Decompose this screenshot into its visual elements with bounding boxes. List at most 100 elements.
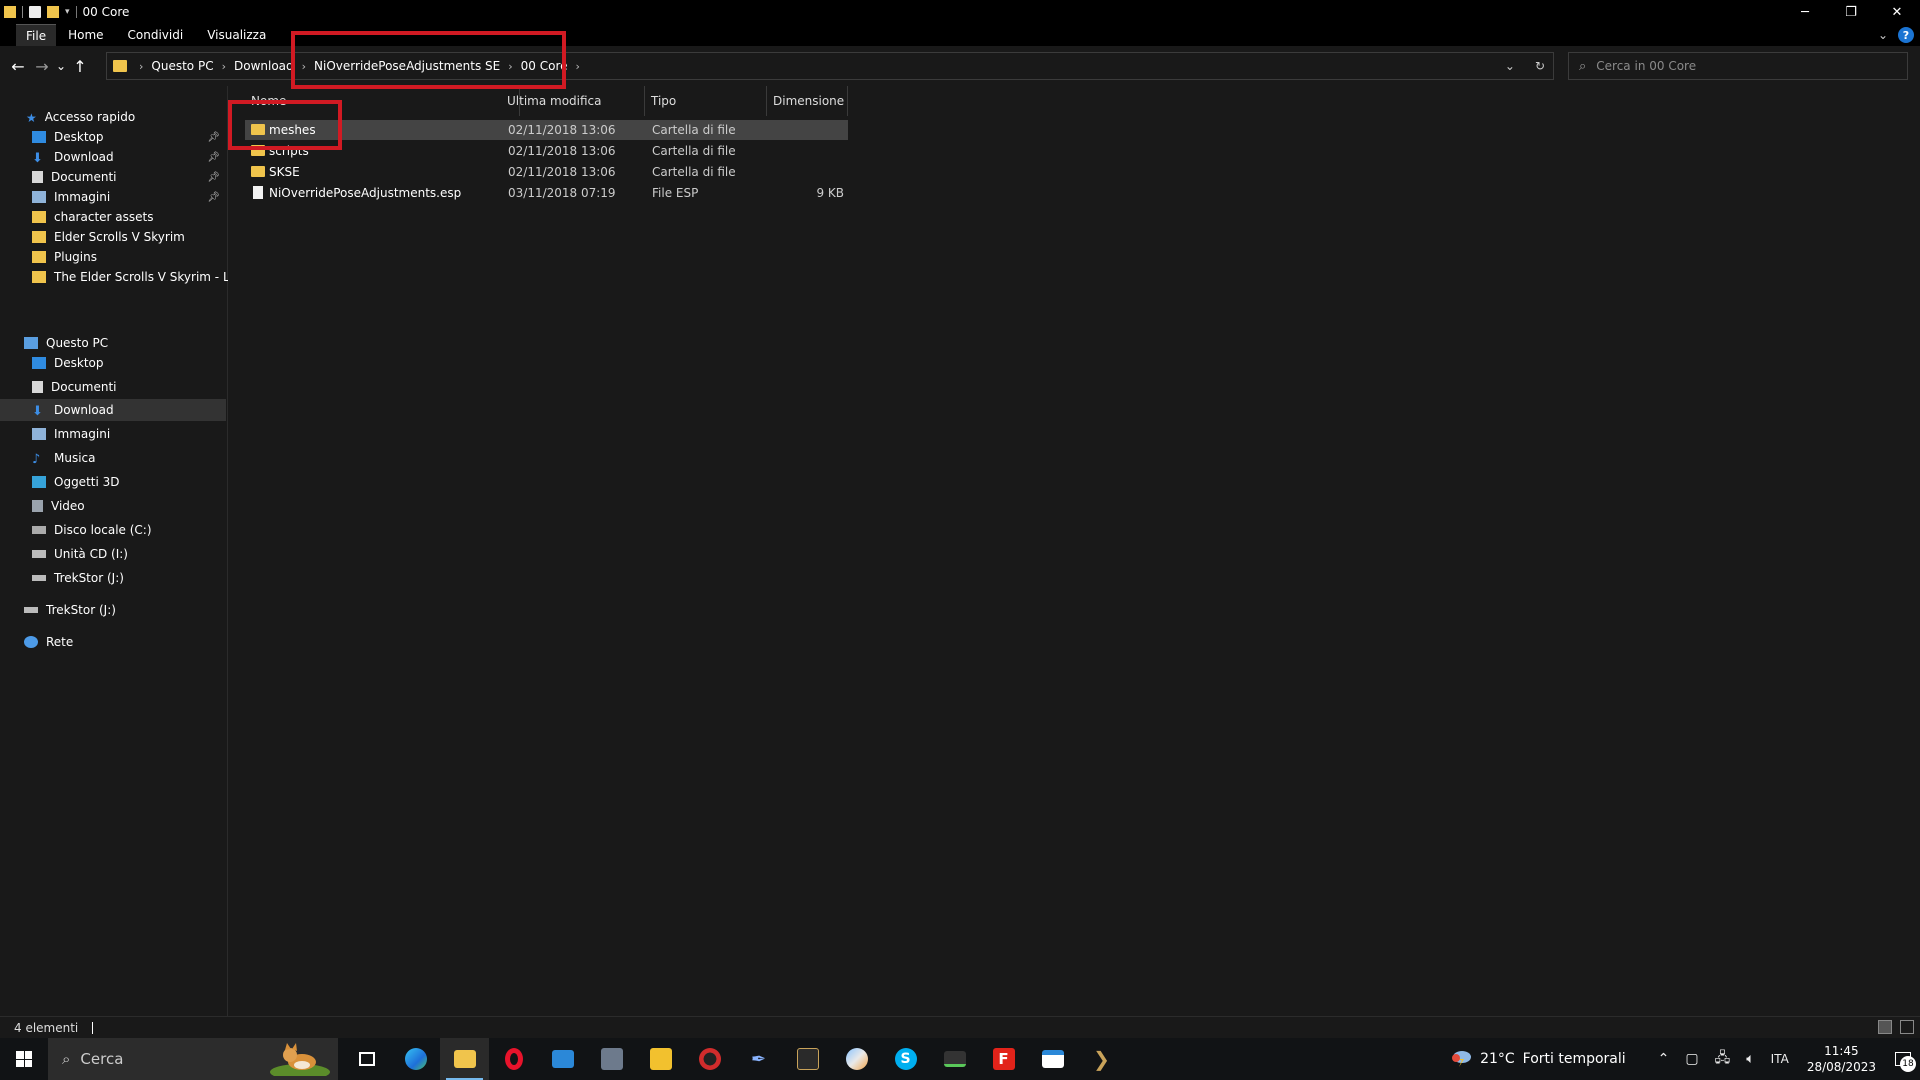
properties-icon[interactable] xyxy=(29,6,41,18)
column-size[interactable]: Dimensione xyxy=(767,86,848,116)
nav-pc-pictures[interactable]: Immagini xyxy=(32,423,228,445)
clock[interactable]: 11:45 28/08/2023 xyxy=(1807,1043,1876,1075)
file-type: Cartella di file xyxy=(652,165,736,179)
nav-this-pc[interactable]: Questo PC xyxy=(24,332,108,354)
pin-icon[interactable]: 📌︎ xyxy=(207,192,220,203)
nav-pc-music[interactable]: ♪ Musica xyxy=(32,447,228,469)
file-explorer-icon xyxy=(453,1050,476,1068)
taskbar-app-paint[interactable] xyxy=(832,1038,881,1080)
nav-pc-cd-drive[interactable]: Unità CD (I:) xyxy=(32,543,228,565)
tab-view[interactable]: Visualizza xyxy=(195,24,278,46)
expand-ribbon-icon[interactable]: ⌄ xyxy=(1878,28,1888,42)
nav-pc-3d-objects[interactable]: Oggetti 3D xyxy=(32,471,228,493)
taskbar-app-window[interactable] xyxy=(1028,1038,1077,1080)
list-item[interactable]: NiOverridePoseAdjustments.esp 03/11/2018… xyxy=(245,183,848,203)
taskbar-app-edge[interactable] xyxy=(391,1038,440,1080)
crumb-questo-pc[interactable]: Questo PC xyxy=(151,59,213,73)
nav-pc-download[interactable]: ⬇ Download xyxy=(0,399,226,421)
taskbar-app-file-explorer[interactable] xyxy=(440,1038,489,1080)
weather-desc: Forti temporali xyxy=(1522,1051,1626,1067)
documents-icon xyxy=(32,381,43,393)
pin-icon[interactable]: 📌︎ xyxy=(207,172,220,183)
taskbar-app-opera[interactable] xyxy=(489,1038,538,1080)
taskbar-app-mod-manager[interactable] xyxy=(930,1038,979,1080)
nav-item-documents[interactable]: Documenti 📌︎ xyxy=(32,166,228,188)
drive-icon xyxy=(32,526,46,534)
close-button[interactable]: ✕ xyxy=(1874,0,1920,24)
taskbar-app-foxit[interactable]: F xyxy=(979,1038,1028,1080)
corgi-search-highlight-icon xyxy=(270,1043,330,1076)
nav-pc-drive-c[interactable]: Disco locale (C:) xyxy=(32,519,228,541)
up-button[interactable]: ↑ xyxy=(68,54,92,78)
taskbar-app-steam[interactable] xyxy=(685,1038,734,1080)
taskbar-search[interactable]: ⌕ Cerca xyxy=(48,1038,338,1080)
help-icon[interactable]: ? xyxy=(1898,27,1914,43)
nav-label: Accesso rapido xyxy=(44,110,136,124)
tab-home[interactable]: Home xyxy=(56,24,115,46)
desktop-icon xyxy=(32,357,46,369)
nav-item-plugins[interactable]: Plugins xyxy=(32,246,228,268)
crumb-download[interactable]: Download xyxy=(234,59,294,73)
column-type[interactable]: Tipo xyxy=(645,86,767,116)
taskbar-app-skype[interactable]: S xyxy=(881,1038,930,1080)
large-icons-view-icon[interactable] xyxy=(1900,1020,1914,1034)
tab-file[interactable]: File xyxy=(16,24,57,46)
crumb-separator[interactable]: › xyxy=(576,60,580,73)
nav-trekstor[interactable]: TrekStor (J:) xyxy=(24,599,116,621)
weather-widget[interactable]: 21°C Forti temporali xyxy=(1450,1050,1626,1068)
taskbar-app-quill[interactable]: ✒ xyxy=(734,1038,783,1080)
crumb-separator[interactable]: › xyxy=(222,60,226,73)
column-label: Ultima modifica xyxy=(507,94,602,108)
nav-item-pictures[interactable]: Immagini 📌︎ xyxy=(32,186,228,208)
crumb-separator[interactable]: › xyxy=(139,60,143,73)
cd-drive-icon xyxy=(32,550,46,558)
restore-button[interactable]: ❐ xyxy=(1828,0,1874,24)
taskbar-app-creation-kit[interactable] xyxy=(783,1038,832,1080)
details-view-icon[interactable] xyxy=(1878,1020,1892,1034)
window-controls: ─ ❐ ✕ xyxy=(1782,0,1920,24)
forward-button[interactable]: → xyxy=(30,54,54,78)
search-icon: ⌕ xyxy=(1579,58,1587,74)
nav-item-skyrim-legendary[interactable]: The Elder Scrolls V Skyrim - Leger xyxy=(32,266,228,288)
notification-center-button[interactable]: 18 xyxy=(1886,1038,1920,1080)
nav-network[interactable]: Rete xyxy=(24,631,73,653)
recent-locations-button[interactable]: ⌄ xyxy=(54,54,68,78)
pin-icon[interactable]: 📌︎ xyxy=(207,132,220,143)
device-icon[interactable]: ▢ xyxy=(1685,1051,1698,1067)
back-button[interactable]: ← xyxy=(6,54,30,78)
network-tray-icon[interactable]: 🖧︎ xyxy=(1715,1047,1731,1071)
highlight-box-breadcrumb xyxy=(291,31,566,89)
nav-item-desktop[interactable]: Desktop 📌︎ xyxy=(32,126,228,148)
nav-item-download[interactable]: ⬇ Download 📌︎ xyxy=(32,146,228,168)
column-modified[interactable]: Ultima modifica xyxy=(501,86,645,116)
taskbar-app-notes[interactable] xyxy=(636,1038,685,1080)
nav-pc-documents[interactable]: Documenti xyxy=(32,376,228,398)
refresh-icon[interactable]: ↻ xyxy=(1535,59,1545,73)
nav-pc-trekstor[interactable]: TrekStor (J:) xyxy=(32,567,228,589)
search-box[interactable]: ⌕ xyxy=(1568,52,1908,80)
language-indicator[interactable]: ITA xyxy=(1771,1052,1789,1066)
tray-overflow-icon[interactable]: ⌃ xyxy=(1658,1051,1670,1067)
nav-quick-access[interactable]: ★ Accesso rapido xyxy=(26,106,135,128)
taskbar-app-arrow[interactable]: ❯ xyxy=(1077,1038,1126,1080)
minimize-button[interactable]: ─ xyxy=(1782,0,1828,24)
nav-item-elder-scrolls[interactable]: Elder Scrolls V Skyrim xyxy=(32,226,228,248)
edge-icon xyxy=(404,1048,427,1070)
taskbar-app-store[interactable] xyxy=(538,1038,587,1080)
new-folder-icon[interactable] xyxy=(47,6,59,18)
column-label: Dimensione xyxy=(773,94,845,108)
taskbar-app-launcher[interactable] xyxy=(587,1038,636,1080)
address-dropdown-icon[interactable]: ⌄ xyxy=(1505,59,1515,73)
start-button[interactable] xyxy=(0,1038,48,1080)
folder-icon xyxy=(4,6,16,18)
pin-icon[interactable]: 📌︎ xyxy=(207,152,220,163)
nav-pc-video[interactable]: Video xyxy=(32,495,228,517)
list-item[interactable]: SKSE 02/11/2018 13:06 Cartella di file xyxy=(245,162,848,182)
volume-icon[interactable]: 🔈︎ xyxy=(1746,1051,1754,1067)
search-input[interactable] xyxy=(1596,59,1877,73)
nav-pc-desktop[interactable]: Desktop xyxy=(32,352,228,374)
customize-qat-icon[interactable]: ▾ xyxy=(65,7,70,17)
task-view-button[interactable] xyxy=(342,1038,391,1080)
tab-share[interactable]: Condividi xyxy=(116,24,196,46)
nav-item-character-assets[interactable]: character assets xyxy=(32,206,228,228)
